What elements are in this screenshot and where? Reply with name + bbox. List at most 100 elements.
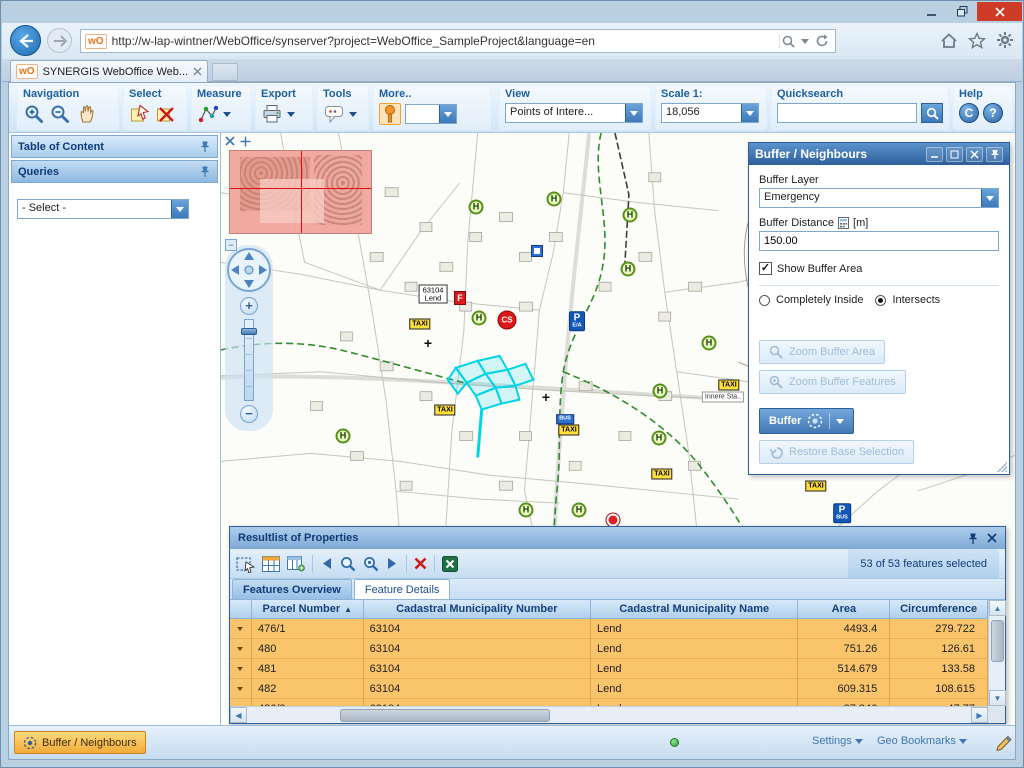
dialog-resize-grip[interactable] bbox=[997, 462, 1007, 472]
map-marker-hospital[interactable]: H bbox=[652, 431, 667, 446]
zoom-buffer-features-button[interactable]: Zoom Buffer Features bbox=[759, 370, 906, 394]
map-marker-hospital[interactable]: H bbox=[547, 192, 562, 207]
map-marker-poi-dot[interactable] bbox=[607, 514, 620, 527]
map-marker-taxi[interactable]: TAXI bbox=[651, 469, 672, 480]
scroll-right-button[interactable]: ▶ bbox=[971, 707, 988, 723]
vertical-scroll-thumb[interactable] bbox=[991, 620, 1004, 662]
scroll-up-button[interactable]: ▲ bbox=[989, 600, 1006, 616]
zoom-slider[interactable] bbox=[244, 319, 254, 401]
row-expander[interactable] bbox=[230, 679, 252, 699]
print-button[interactable] bbox=[261, 103, 283, 125]
map-marker-taxi[interactable]: TAXI bbox=[718, 380, 739, 391]
scroll-down-button[interactable]: ▼ bbox=[989, 690, 1006, 706]
sidebar-item-table-of-content[interactable]: Table of Content bbox=[11, 135, 218, 158]
map-marker-hospital[interactable]: H bbox=[623, 208, 638, 223]
buffer-distance-input[interactable] bbox=[759, 231, 999, 251]
export-dropdown-icon[interactable] bbox=[287, 112, 295, 117]
help-button[interactable]: ? bbox=[983, 103, 1003, 123]
pan-button[interactable] bbox=[75, 103, 97, 125]
table-horizontal-scrollbar[interactable]: ◀ ▶ bbox=[230, 706, 988, 723]
map-marker-hospital[interactable]: H bbox=[472, 311, 487, 326]
show-buffer-area-checkbox[interactable]: ✓ bbox=[759, 262, 772, 275]
settings-menu[interactable]: Settings bbox=[812, 735, 863, 747]
quicksearch-input[interactable] bbox=[777, 103, 917, 123]
map-marker-taxi[interactable]: TAXI bbox=[409, 319, 430, 330]
buffer-layer-select[interactable]: Emergency bbox=[759, 188, 999, 208]
view-select[interactable]: Points of Intere... bbox=[505, 103, 643, 123]
buffer-button[interactable]: Buffer bbox=[759, 408, 854, 434]
settings-gear-icon[interactable] bbox=[996, 31, 1014, 49]
zoom-out-button[interactable] bbox=[49, 103, 71, 125]
dialog-minimize-button[interactable] bbox=[926, 147, 943, 162]
compass-pan-icon[interactable] bbox=[226, 247, 272, 293]
dialog-titlebar[interactable]: Buffer / Neighbours bbox=[749, 143, 1009, 165]
map-marker-parking[interactable]: PBUS bbox=[833, 503, 851, 523]
home-icon[interactable] bbox=[940, 32, 958, 49]
row-expander[interactable] bbox=[230, 659, 252, 679]
more-tool-button[interactable] bbox=[379, 103, 401, 125]
completely-inside-radio[interactable] bbox=[759, 295, 770, 306]
table-row[interactable]: 481 63104 Lend 514.679 133.58 bbox=[230, 659, 988, 679]
table-row[interactable]: 476/1 63104 Lend 4493.4 279.722 bbox=[230, 619, 988, 639]
select-result-features-icon[interactable] bbox=[236, 555, 255, 573]
table-settings-icon[interactable] bbox=[287, 556, 305, 572]
window-restore-button[interactable] bbox=[947, 2, 977, 21]
map-marker-hospital[interactable]: H bbox=[572, 503, 587, 518]
map-marker-hospital[interactable]: H bbox=[621, 262, 636, 277]
zoom-out-step-button[interactable]: − bbox=[240, 405, 258, 423]
more-tool-combobox[interactable] bbox=[405, 104, 457, 124]
window-close-button[interactable] bbox=[977, 2, 1022, 21]
map-marker-hospital[interactable]: H bbox=[469, 200, 484, 215]
tools-dropdown-icon[interactable] bbox=[349, 112, 357, 117]
buffer-neighbours-taskbar-button[interactable]: Buffer / Neighbours bbox=[14, 731, 146, 754]
sidebar-item-queries[interactable]: Queries bbox=[11, 160, 218, 183]
map-marker-fire[interactable]: F bbox=[454, 291, 466, 305]
map-marker-cross[interactable]: + bbox=[424, 336, 432, 350]
overview-close-icon[interactable] bbox=[225, 136, 235, 146]
dialog-pin-button[interactable] bbox=[986, 147, 1003, 162]
calculator-icon[interactable] bbox=[838, 217, 849, 229]
restore-base-selection-button[interactable]: Restore Base Selection bbox=[759, 440, 914, 464]
new-tab-button[interactable] bbox=[212, 63, 238, 81]
favorites-star-icon[interactable] bbox=[968, 32, 986, 49]
scale-select[interactable]: 18,056 bbox=[661, 103, 759, 123]
browser-tab[interactable]: wO SYNERGIS WebOffice Web... bbox=[10, 60, 208, 82]
view-select-arrow-button[interactable] bbox=[625, 104, 642, 122]
map-marker-taxi[interactable]: TAXI bbox=[558, 425, 579, 436]
row-expander[interactable] bbox=[230, 699, 252, 706]
header-parcel-number[interactable]: Parcel Number▲ bbox=[252, 600, 364, 619]
buffer-dropdown-icon[interactable] bbox=[836, 419, 844, 424]
map-marker-parking[interactable]: PE/A bbox=[569, 311, 585, 331]
overview-map[interactable] bbox=[229, 150, 372, 234]
tab-close-icon[interactable] bbox=[193, 67, 202, 76]
resultlist-titlebar[interactable]: Resultlist of Properties bbox=[230, 527, 1005, 549]
intersects-radio[interactable] bbox=[875, 295, 886, 306]
table-vertical-scrollbar[interactable]: ▲ ▼ bbox=[988, 600, 1005, 706]
search-icon[interactable] bbox=[782, 35, 795, 48]
header-cm-name[interactable]: Cadastral Municipality Name bbox=[591, 600, 798, 619]
map-marker-taxi[interactable]: TAXI bbox=[805, 481, 826, 492]
table-row[interactable]: 480 63104 Lend 751.26 126.61 bbox=[230, 639, 988, 659]
refresh-icon[interactable] bbox=[815, 34, 829, 48]
geo-bookmarks-menu[interactable]: Geo Bookmarks bbox=[877, 735, 967, 747]
query-select[interactable]: - Select - bbox=[17, 199, 189, 219]
header-area[interactable]: Area bbox=[798, 600, 890, 619]
scale-select-arrow-button[interactable] bbox=[741, 104, 758, 122]
close-icon[interactable] bbox=[987, 533, 997, 543]
url-bar[interactable]: wO http://w-lap-wintner/WebOffice/synser… bbox=[80, 29, 836, 53]
table-icon[interactable] bbox=[262, 556, 280, 572]
forward-button[interactable] bbox=[47, 28, 72, 53]
measure-button[interactable] bbox=[197, 103, 219, 125]
combobox-arrow-button[interactable] bbox=[439, 105, 456, 123]
query-select-arrow-button[interactable] bbox=[171, 200, 188, 218]
row-expander[interactable] bbox=[230, 639, 252, 659]
zoom-slider-handle[interactable] bbox=[241, 328, 257, 335]
map-marker-parcel-label[interactable]: 63104 Lend bbox=[419, 285, 448, 304]
next-feature-icon[interactable] bbox=[386, 557, 399, 570]
map-marker-transit[interactable] bbox=[531, 245, 543, 257]
tab-features-overview[interactable]: Features Overview bbox=[232, 579, 352, 599]
measure-dropdown-icon[interactable] bbox=[223, 112, 231, 117]
map-marker-pharmacy[interactable]: CS bbox=[498, 311, 517, 330]
overview-extent-box[interactable] bbox=[260, 179, 324, 223]
horizontal-scroll-thumb[interactable] bbox=[340, 709, 550, 722]
